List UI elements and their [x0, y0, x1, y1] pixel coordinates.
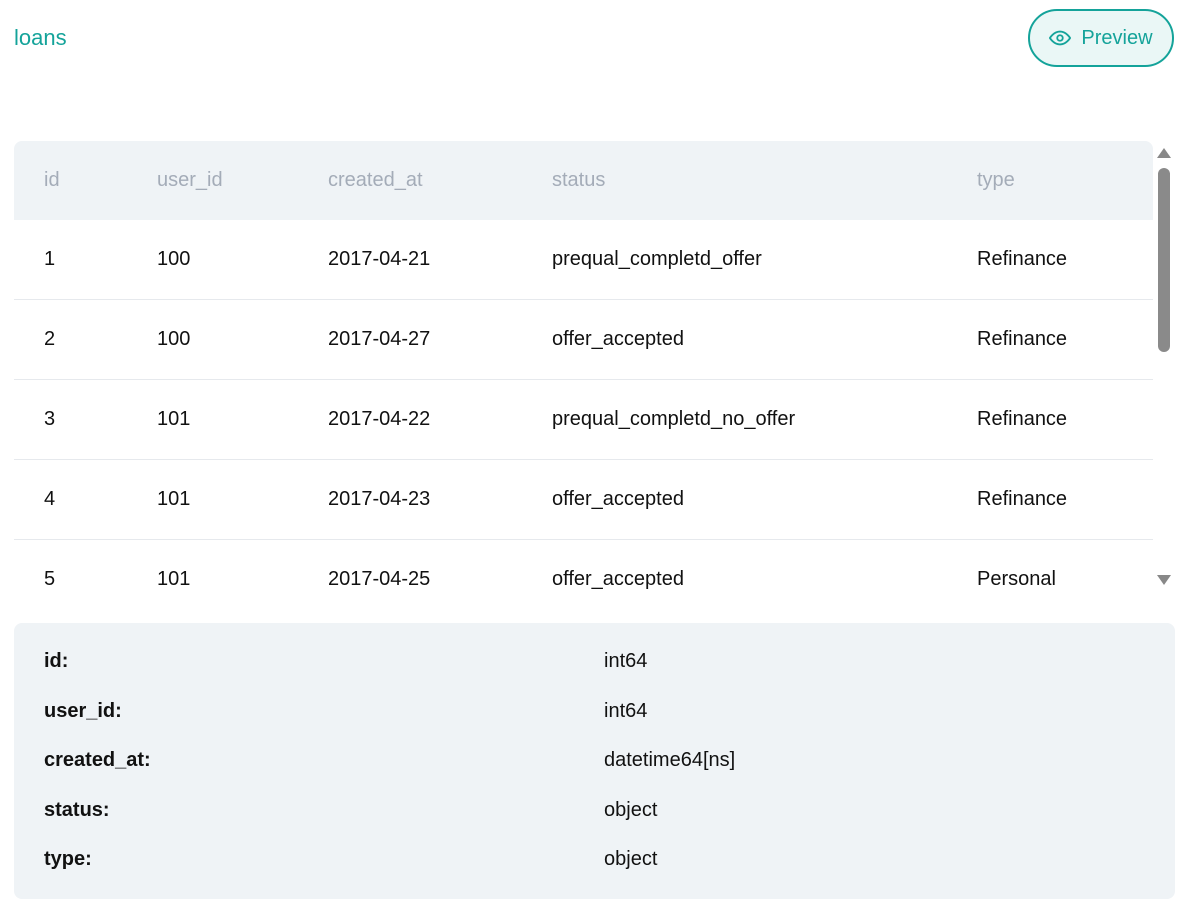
schema-field-name: type:	[44, 848, 92, 870]
table-cell: Refinance	[977, 328, 1068, 350]
scrollbar-thumb[interactable]	[1158, 168, 1170, 352]
schema-row: created_at: datetime64[ns]	[14, 749, 1175, 799]
table-cell: 101	[157, 488, 191, 510]
schema-field-dtype: int64	[604, 650, 648, 672]
schema-row: id: int64	[14, 650, 1175, 700]
schema-field-name: user_id:	[44, 699, 122, 722]
schema-field-dtype: int64	[604, 699, 648, 722]
table-cell: Personal	[977, 568, 1056, 590]
table-row: 4 101 2017-04-23 offer_accepted Refinanc…	[14, 460, 1153, 540]
schema-field-dtype: object	[604, 798, 658, 821]
schema-field-dtype: datetime64[ns]	[604, 749, 736, 771]
dataset-preview-page: loans Preview id user_id created_at stat…	[0, 0, 1186, 904]
column-header-status: status	[552, 169, 606, 191]
schema-row: user_id: int64	[14, 700, 1175, 750]
schema-panel: id: int64 user_id: int64 created_at: dat…	[14, 623, 1175, 899]
table-cell: offer_accepted	[552, 568, 684, 590]
table-cell: 101	[157, 408, 191, 430]
table-cell: 100	[157, 328, 191, 350]
schema-field-name: created_at:	[44, 749, 151, 771]
schema-field-dtype: object	[604, 848, 658, 870]
schema-row: status: object	[14, 799, 1175, 849]
table-row: 3 101 2017-04-22 prequal_completd_no_off…	[14, 380, 1153, 460]
table-cell: 2017-04-21	[328, 248, 431, 270]
scroll-down-arrow-icon[interactable]	[1157, 575, 1171, 585]
table-scrollbar[interactable]	[1154, 141, 1174, 591]
table-cell: 5	[44, 568, 56, 590]
table-cell: offer_accepted	[552, 488, 684, 510]
table-cell: prequal_completd_no_offer	[552, 408, 796, 430]
column-header-user-id: user_id	[157, 169, 223, 191]
schema-field-name: status:	[44, 798, 110, 821]
table-cell: 2017-04-27	[328, 328, 431, 350]
table-row: 1 100 2017-04-21 prequal_completd_offer …	[14, 220, 1153, 300]
table-cell: 4	[44, 488, 56, 510]
table-cell: 101	[157, 568, 191, 590]
preview-button[interactable]: Preview	[1028, 9, 1174, 67]
table-header: id user_id created_at status type	[14, 141, 1153, 220]
column-header-created-at: created_at	[328, 169, 423, 191]
table-cell: 2017-04-23	[328, 488, 431, 510]
table-cell: 2017-04-25	[328, 568, 431, 590]
table-cell: 1	[44, 248, 56, 270]
dataset-title: loans	[14, 25, 67, 50]
table-cell: offer_accepted	[552, 328, 684, 350]
schema-row: type: object	[14, 848, 1175, 898]
table-row: 5 101 2017-04-25 offer_accepted Personal	[14, 540, 1153, 591]
column-header-id: id	[44, 169, 60, 191]
scroll-up-arrow-icon[interactable]	[1157, 148, 1171, 158]
table-cell: Refinance	[977, 488, 1068, 510]
table-cell: 100	[157, 248, 191, 270]
table-cell: Refinance	[977, 408, 1068, 430]
table-row: 2 100 2017-04-27 offer_accepted Refinanc…	[14, 300, 1153, 380]
eye-icon	[1049, 27, 1072, 49]
table-cell: 2	[44, 328, 56, 350]
table-cell: Refinance	[977, 248, 1068, 270]
table-cell: 3	[44, 408, 56, 430]
schema-field-name: id:	[44, 650, 69, 672]
preview-button-label: Preview	[1081, 26, 1153, 49]
column-header-type: type	[977, 169, 1015, 191]
data-table: id user_id created_at status type 1 100 …	[14, 141, 1153, 591]
table-cell: 2017-04-22	[328, 408, 431, 430]
table-cell: prequal_completd_offer	[552, 248, 762, 270]
